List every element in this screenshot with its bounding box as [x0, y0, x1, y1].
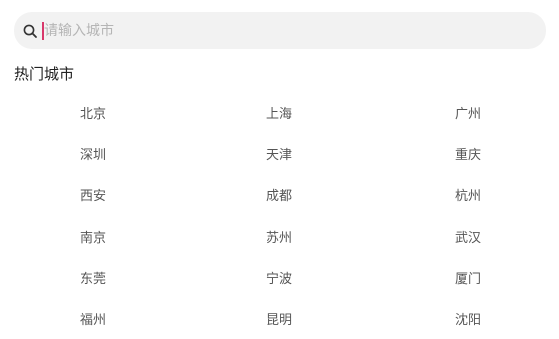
city-item[interactable]: 东莞	[0, 257, 187, 298]
city-item[interactable]: 北京	[0, 92, 187, 133]
city-item[interactable]: 南京	[0, 216, 187, 257]
city-item[interactable]: 杭州	[375, 174, 559, 215]
city-grid: 北京 上海 广州深圳 天津 重庆西安 成都 杭州南京 苏州 武汉东莞 宁波 厦门福州 昆明 沈阳	[0, 92, 559, 339]
city-item[interactable]: 天津	[187, 133, 375, 174]
city-item[interactable]: 苏州	[187, 216, 375, 257]
search-input[interactable]	[44, 12, 524, 49]
city-item[interactable]: 广州	[375, 92, 559, 133]
city-item[interactable]: 成都	[187, 174, 375, 215]
search-icon	[22, 23, 38, 39]
city-item[interactable]: 重庆	[375, 133, 559, 174]
city-item[interactable]: 厦门	[375, 257, 559, 298]
city-item[interactable]: 沈阳	[375, 298, 559, 339]
search-bar[interactable]	[14, 12, 546, 49]
city-item[interactable]: 上海	[187, 92, 375, 133]
city-item[interactable]: 深圳	[0, 133, 187, 174]
city-item[interactable]: 昆明	[187, 298, 375, 339]
city-item[interactable]: 武汉	[375, 216, 559, 257]
city-item[interactable]: 西安	[0, 174, 187, 215]
city-item[interactable]: 宁波	[187, 257, 375, 298]
section-title-hot-cities: 热门城市	[14, 65, 75, 83]
city-item[interactable]: 福州	[0, 298, 187, 339]
